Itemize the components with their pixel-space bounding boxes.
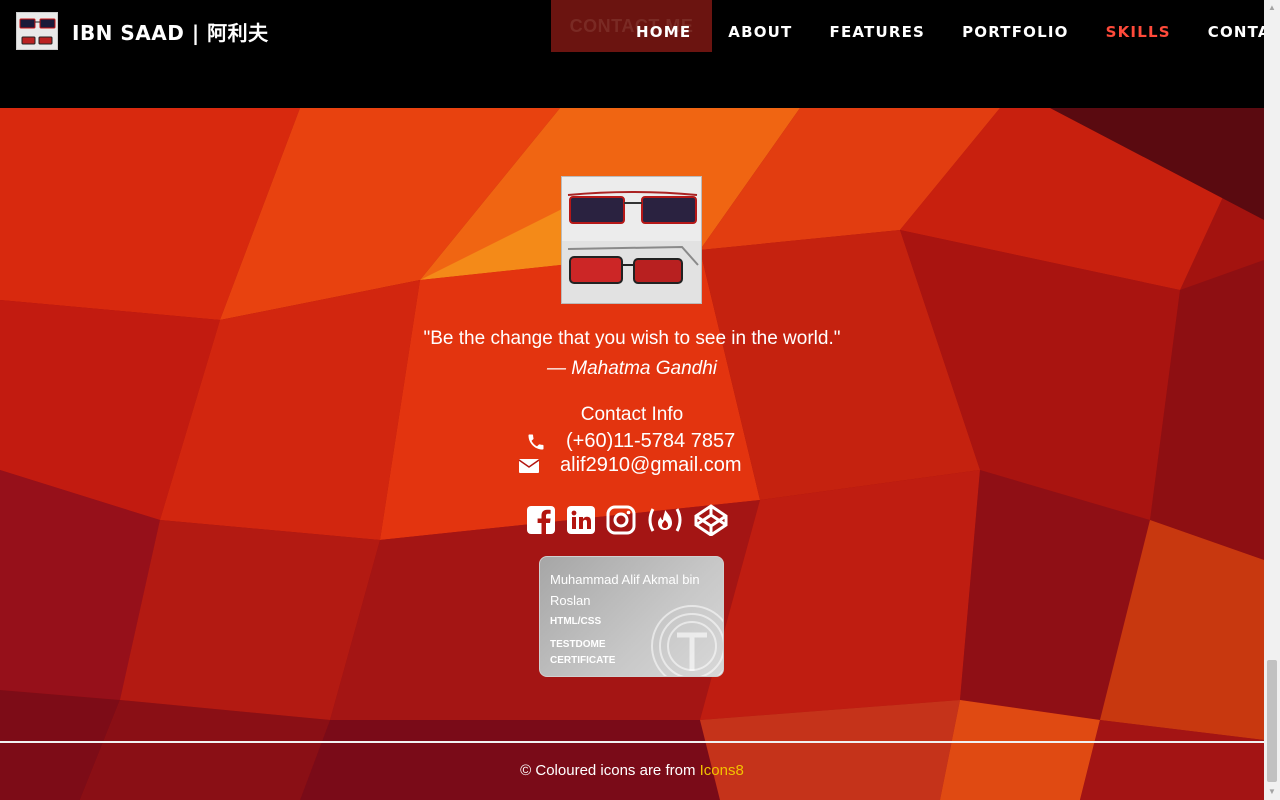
footer-section: "Be the change that you wish to see in t… [0,108,1264,742]
brand[interactable]: IBN SAAD | 阿利夫 [16,12,269,50]
icons-credit: © Coloured icons are from Icons8 [0,762,1264,779]
scrollbar-thumb[interactable] [1267,660,1277,782]
linkedin-icon[interactable] [566,505,596,535]
quote-author: — Mahatma Gandhi [546,358,718,379]
testdome-logo-icon [647,601,723,676]
brand-title: IBN SAAD | 阿利夫 [72,20,269,45]
phone-row: (+60)11-5784 7857 [526,430,735,453]
navbar: IBN SAAD | 阿利夫 CONTACT ME HOME ABOUT FEA… [0,0,1280,108]
instagram-icon[interactable] [606,505,636,535]
nav-item-skills[interactable]: SKILLS [1106,22,1171,42]
phone-number[interactable]: (+60)11-5784 7857 [566,430,735,453]
nav-item-home[interactable]: HOME [636,22,691,42]
page-scrollbar[interactable]: ▲ ▼ [1264,0,1280,800]
nav-menu: HOME ABOUT FEATURES PORTFOLIO SKILLS CON… [636,22,1280,42]
freecodecamp-icon[interactable] [646,505,684,535]
nav-item-about[interactable]: ABOUT [728,22,792,42]
contact-info-title: Contact Info [580,404,684,425]
email-row: alif2910@gmail.com [518,454,742,477]
scroll-down-arrow-icon[interactable]: ▼ [1264,784,1280,800]
profile-image [561,176,702,304]
phone-icon [526,432,546,452]
badge-issuer: TESTDOME CERTIFICATE [550,639,616,666]
nav-item-features[interactable]: FEATURES [830,22,926,42]
badge-skill: HTML/CSS [550,616,602,627]
email-address[interactable]: alif2910@gmail.com [560,454,742,477]
credit-text: © Coloured icons are from [520,762,696,779]
quote-text: "Be the change that you wish to see in t… [423,328,841,349]
icons8-link[interactable]: Icons8 [700,762,744,779]
nav-item-portfolio[interactable]: PORTFOLIO [962,22,1069,42]
scroll-up-arrow-icon[interactable]: ▲ [1264,0,1280,16]
footer-divider [0,741,1264,743]
social-links [526,504,738,536]
testdome-certificate-badge[interactable]: Muhammad Alif Akmal bin Roslan HTML/CSS … [539,556,724,677]
envelope-icon [518,457,540,475]
brand-logo [16,12,58,50]
codepen-icon[interactable] [694,504,728,536]
facebook-icon[interactable] [526,505,556,535]
